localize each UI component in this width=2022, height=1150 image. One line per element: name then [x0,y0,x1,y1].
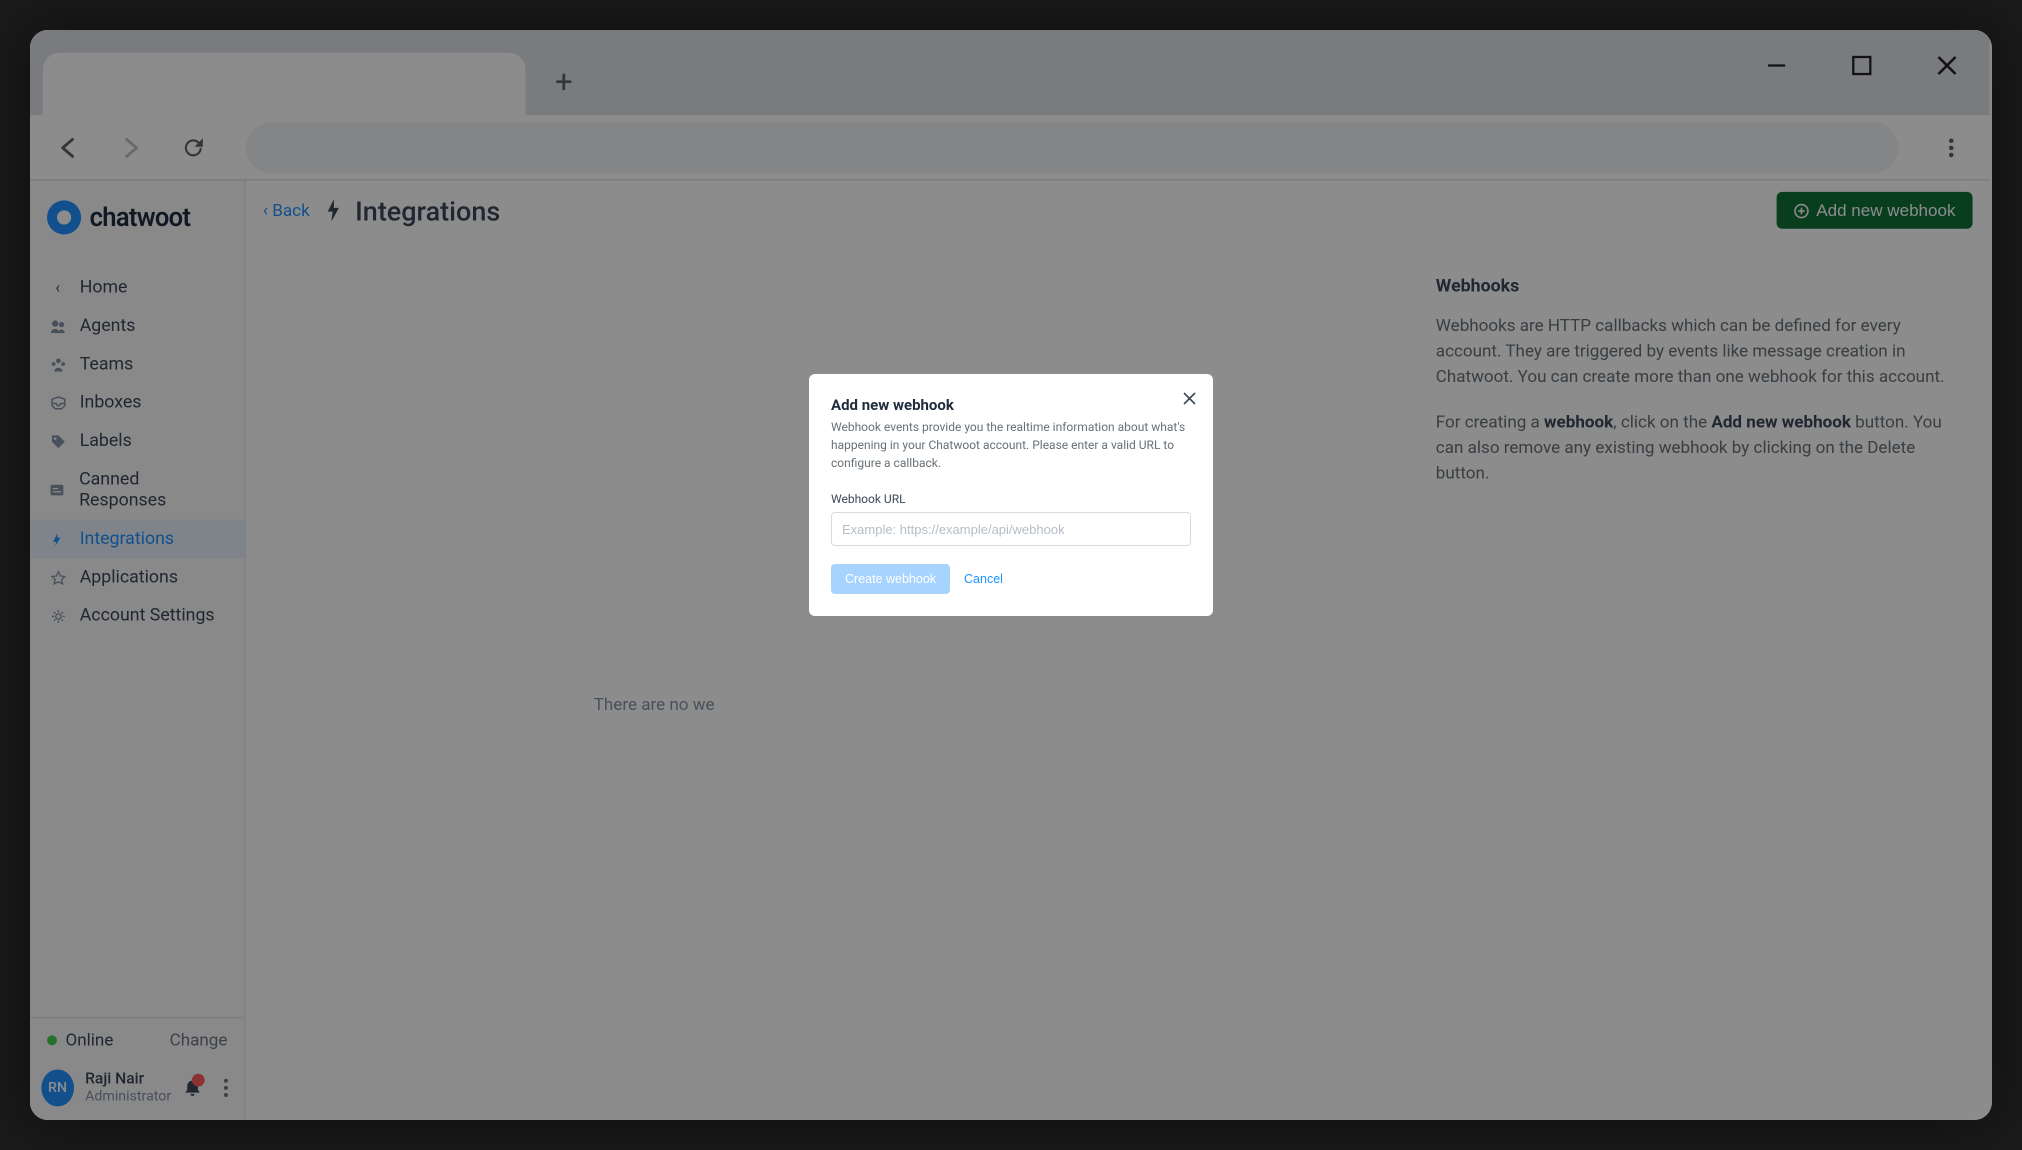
modal-overlay[interactable]: Add new webhook Webhook events provide y… [30,30,1992,1120]
webhook-url-label: Webhook URL [831,492,1191,506]
create-webhook-button[interactable]: Create webhook [831,564,950,594]
modal-description: Webhook events provide you the realtime … [831,418,1191,472]
cancel-button[interactable]: Cancel [964,572,1003,586]
modal-title: Add new webhook [831,396,1191,414]
add-webhook-modal: Add new webhook Webhook events provide y… [809,374,1213,616]
modal-close-button[interactable] [1177,386,1201,410]
webhook-url-input[interactable] [831,512,1191,546]
